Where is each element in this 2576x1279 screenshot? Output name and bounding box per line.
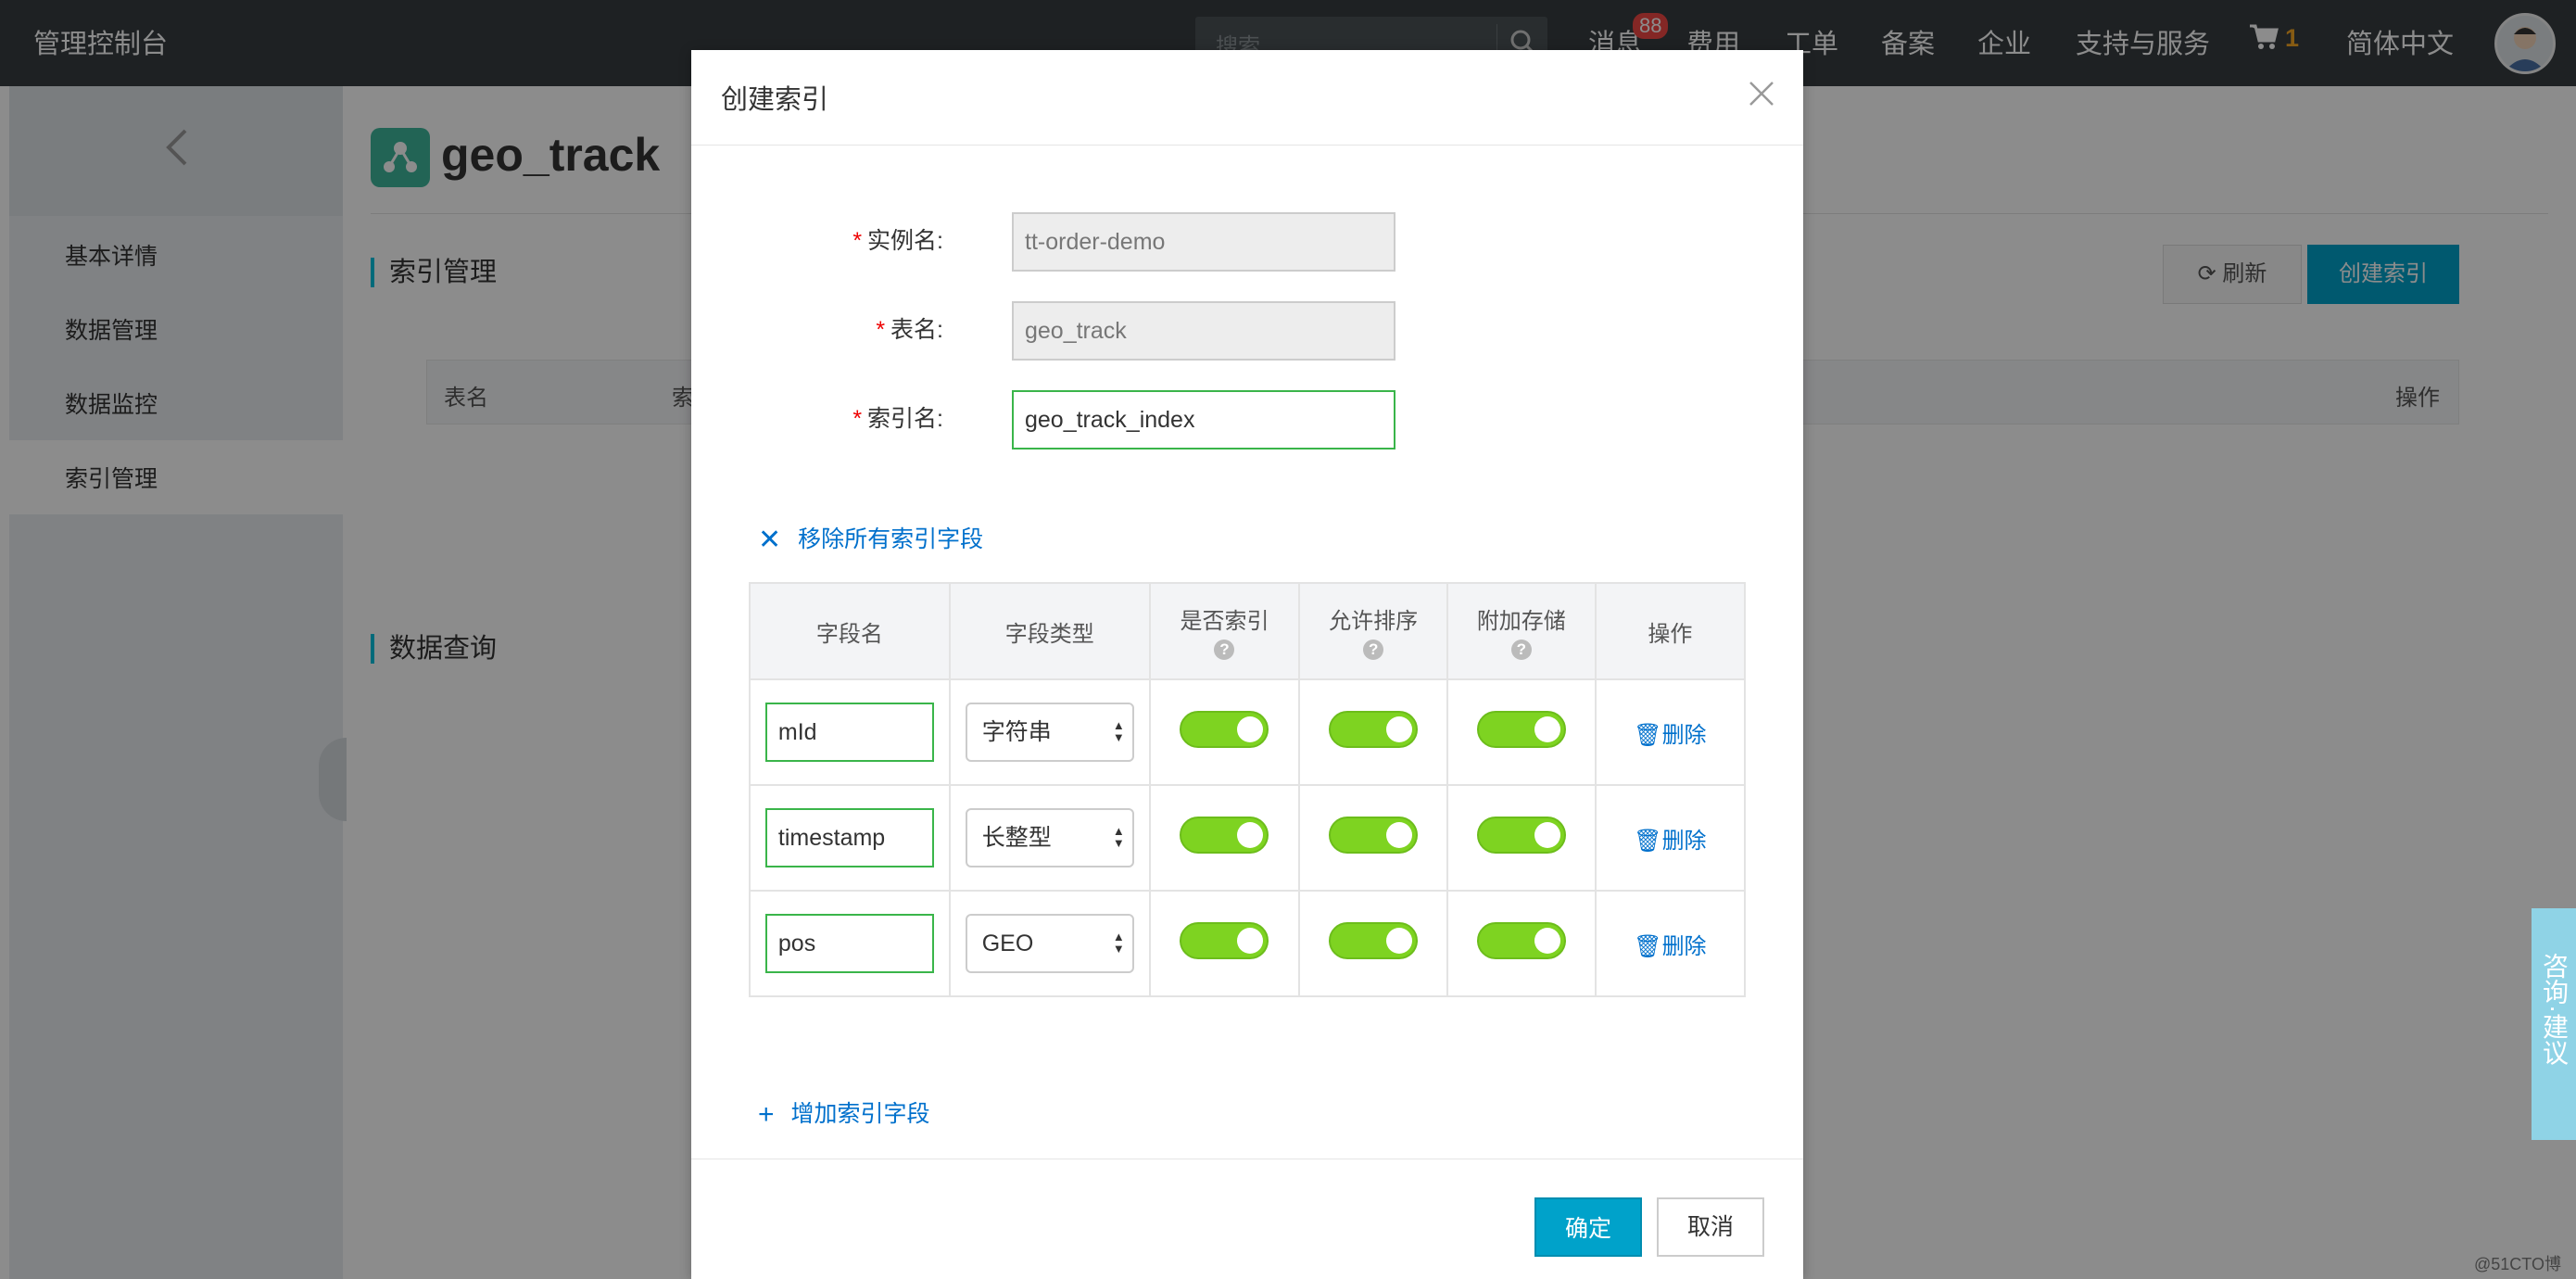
col-extra-store: 附加存储?: [1446, 582, 1597, 680]
remove-all-fields-link[interactable]: ✕ 移除所有索引字段: [758, 521, 983, 556]
sort-toggle[interactable]: [1329, 816, 1419, 854]
col-field-type: 字段类型: [948, 582, 1151, 680]
indexed-toggle[interactable]: [1180, 816, 1269, 854]
cancel-button[interactable]: 取消: [1657, 1197, 1764, 1257]
table-row: timestamp 长整型 ▲ ▼ 🗑删除: [749, 784, 1747, 892]
col-field-name: 字段名: [749, 582, 951, 680]
field-name-input[interactable]: pos: [764, 914, 934, 973]
close-icon[interactable]: [1748, 80, 1775, 108]
index-name-label: * 索引名:: [852, 406, 943, 432]
table-row: mId 字符串 ▲ ▼ 🗑删除: [749, 678, 1747, 786]
trash-icon: 🗑: [1634, 933, 1662, 959]
add-field-label: 增加索引字段: [790, 1101, 930, 1127]
index-fields-table: 字段名 字段类型 是否索引? 允许排序? 附加存储? 操作 mId 字符串 ▲ ▼ …: [749, 582, 1747, 997]
store-toggle[interactable]: [1476, 710, 1566, 748]
delete-field-link[interactable]: 🗑删除: [1634, 723, 1706, 748]
field-name-input[interactable]: mId: [764, 703, 934, 762]
select-arrows-icon: ▲ ▼: [1112, 718, 1125, 744]
dialog-header-divider: [691, 145, 1803, 146]
table-name-field: geo_track: [1012, 301, 1395, 361]
field-type-select[interactable]: 长整型 ▲ ▼: [965, 808, 1134, 867]
feedback-label: 咨询·建议: [2540, 953, 2569, 1066]
add-index-field-link[interactable]: + 增加索引字段: [758, 1095, 930, 1131]
dialog-title: 创建索引: [721, 85, 829, 115]
field-type-select[interactable]: GEO ▲ ▼: [965, 914, 1134, 973]
confirm-button[interactable]: 确定: [1534, 1197, 1642, 1257]
indexed-toggle[interactable]: [1180, 921, 1269, 959]
help-icon[interactable]: ?: [1510, 639, 1532, 660]
field-type-select[interactable]: 字符串 ▲ ▼: [965, 703, 1134, 762]
store-toggle[interactable]: [1476, 921, 1566, 959]
table-row: pos GEO ▲ ▼ 🗑删除: [749, 890, 1747, 997]
sort-toggle[interactable]: [1329, 710, 1419, 748]
select-arrows-icon: ▲ ▼: [1112, 930, 1125, 956]
instance-name-field: tt-order-demo: [1012, 212, 1395, 272]
table-name-label: * 表名:: [876, 317, 943, 343]
close-icon: ✕: [758, 525, 782, 555]
trash-icon: 🗑: [1634, 828, 1662, 854]
select-arrows-icon: ▲ ▼: [1112, 824, 1125, 850]
feedback-tab[interactable]: 咨询·建议: [2532, 908, 2576, 1140]
delete-field-link[interactable]: 🗑删除: [1634, 934, 1706, 959]
remove-all-label: 移除所有索引字段: [798, 526, 984, 552]
col-allow-sort: 允许排序?: [1298, 582, 1448, 680]
plus-icon: +: [758, 1099, 775, 1130]
trash-icon: 🗑: [1634, 722, 1662, 748]
sort-toggle[interactable]: [1329, 921, 1419, 959]
col-is-indexed: 是否索引?: [1148, 582, 1301, 680]
instance-name-label: * 实例名:: [852, 228, 943, 254]
index-name-field[interactable]: geo_track_index: [1012, 390, 1395, 450]
field-name-input[interactable]: timestamp: [764, 808, 934, 867]
indexed-toggle[interactable]: [1180, 710, 1269, 748]
help-icon[interactable]: ?: [1363, 639, 1384, 660]
col-action: 操作: [1594, 582, 1747, 680]
watermark: @51CTO博客: [2474, 1255, 2561, 1273]
store-toggle[interactable]: [1476, 816, 1566, 854]
help-icon[interactable]: ?: [1214, 639, 1235, 660]
create-index-dialog: 创建索引 * 实例名: tt-order-demo * 表名: geo_track …: [691, 50, 1803, 1279]
delete-field-link[interactable]: 🗑删除: [1634, 829, 1706, 854]
